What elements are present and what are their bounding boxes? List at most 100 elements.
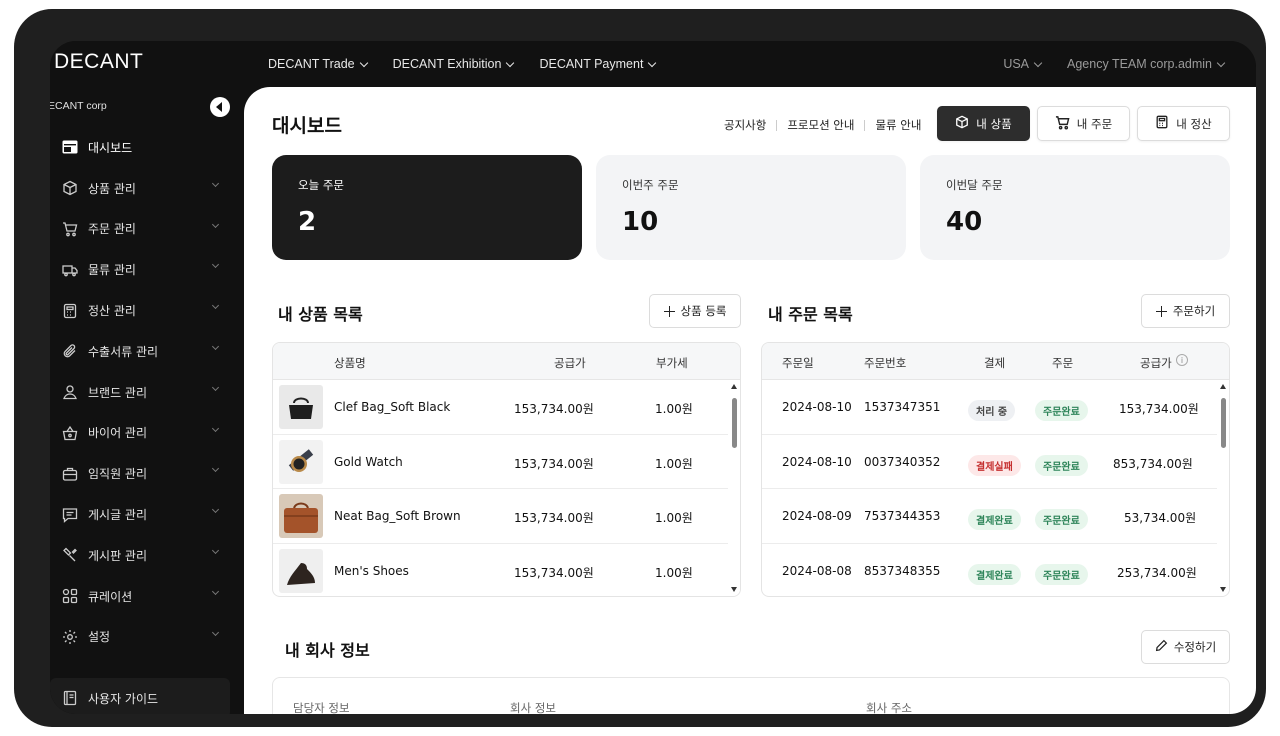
sidebar-item-label: 상품 관리 [88, 181, 136, 196]
logistics-link[interactable]: 물류 안내 [875, 117, 921, 133]
sidebar-item-orders[interactable]: 주문 관리 [50, 209, 244, 250]
product-tax: 1.00원 [655, 402, 693, 416]
button-label: 내 주문 [1076, 116, 1113, 131]
my-settlement-button[interactable]: 내 정산 [1137, 106, 1230, 141]
account-menu[interactable]: Agency TEAM corp.admin [1067, 57, 1226, 71]
product-nav: DECANT Trade DECANT Exhibition DECANT Pa… [268, 41, 657, 87]
sidebar-item-label: 물류 관리 [88, 263, 136, 278]
product-list-title: 내 상품 목록 [278, 305, 363, 324]
pencil-icon [1155, 639, 1168, 655]
scroll-up-arrow-icon[interactable] [731, 384, 737, 389]
payment-status-badge: 결제완료 [968, 509, 1021, 530]
product-table: 상품명 공급가 부가세 Clef Bag_Soft Black 153,734.… [272, 342, 741, 597]
chevron-down-icon [211, 587, 220, 595]
product-tax: 1.00원 [655, 456, 693, 471]
notice-link[interactable]: 공지사항 [724, 117, 766, 133]
table-header: 상품명 공급가 부가세 [273, 343, 740, 380]
sidebar-item-buyers[interactable]: 바이어 관리 [50, 413, 244, 454]
table-row[interactable]: Clef Bag_Soft Black 153,734.00원 1.00원 [273, 380, 740, 435]
order-price: 53,734.00원 [1124, 511, 1197, 525]
sidebar-item-logistics[interactable]: 물류 관리 [50, 249, 244, 290]
product-table-scrollbar[interactable] [728, 380, 740, 596]
scroll-thumb[interactable] [732, 398, 737, 448]
nav-label: DECANT Payment [539, 57, 644, 71]
sidebar-item-label: 브랜드 관리 [88, 385, 148, 400]
product-thumbnail [279, 385, 323, 429]
table-row[interactable]: 2024-08-08 8537348355 결제완료 주문완료 253,734.… [762, 544, 1229, 597]
book-icon [62, 690, 78, 706]
sidebar-item-dashboard[interactable]: 대시보드 [50, 127, 244, 168]
scroll-up-arrow-icon[interactable] [1220, 384, 1226, 389]
table-row[interactable]: 2024-08-10 0037340352 결제실패 주문완료 853,734.… [762, 435, 1229, 489]
sidebar-item-products[interactable]: 상품 관리 [50, 168, 244, 209]
sidebar-item-brands[interactable]: 브랜드 관리 [50, 372, 244, 413]
button-label: 수정하기 [1173, 640, 1217, 654]
paperclip-icon [62, 343, 78, 359]
top-navigation-bar: DECANT DECANT Trade DECANT Exhibition DE… [50, 41, 1256, 87]
order-price: 153,734.00원 [1119, 402, 1199, 416]
chevron-down-icon [211, 302, 220, 310]
button-label: 내 정산 [1176, 116, 1212, 131]
app-logo[interactable]: DECANT [54, 50, 143, 74]
order-date: 2024-08-08 [782, 563, 852, 578]
product-thumbnail [279, 494, 323, 538]
my-products-button[interactable]: 내 상품 [937, 106, 1030, 141]
nav-decant-exhibition[interactable]: DECANT Exhibition [393, 57, 515, 71]
cart-icon [1055, 115, 1070, 133]
info-icon[interactable]: i [1176, 354, 1188, 366]
table-header: 주문일 주문번호 결제 주문 공급가 i [762, 343, 1229, 380]
product-price: 153,734.00원 [514, 456, 594, 471]
sidebar-item-label: 큐레이션 [88, 589, 133, 604]
column-header: 주문일 [782, 356, 814, 370]
scroll-down-arrow-icon[interactable] [1220, 587, 1226, 592]
sidebar-item-label: 임직원 관리 [88, 467, 148, 482]
sidebar-item-curation[interactable]: 큐레이션 [50, 576, 244, 617]
sidebar-item-settlement[interactable]: 정산 관리 [50, 290, 244, 331]
scroll-down-arrow-icon[interactable] [731, 587, 737, 592]
sidebar-item-export-docs[interactable]: 수출서류 관리 [50, 331, 244, 372]
edit-company-button[interactable]: 수정하기 [1141, 630, 1230, 664]
payment-status-badge: 처리 중 [968, 400, 1016, 421]
sidebar-item-employees[interactable]: 임직원 관리 [50, 453, 244, 494]
region-select[interactable]: USA [1003, 57, 1043, 71]
product-thumbnail [279, 548, 323, 593]
promotion-link[interactable]: 프로모션 안내 [787, 117, 854, 133]
table-row[interactable]: Neat Bag_Soft Brown 153,734.00원 1.00원 [273, 489, 740, 544]
place-order-button[interactable]: 주문하기 [1141, 294, 1230, 328]
sidebar-item-boards[interactable]: 게시판 관리 [50, 535, 244, 576]
guide-label: 사용자 가이드 [88, 691, 159, 706]
product-name: Neat Bag_Soft Brown [334, 509, 461, 523]
nav-decant-trade[interactable]: DECANT Trade [268, 57, 368, 71]
order-number: 8537348355 [864, 563, 941, 578]
table-row[interactable]: 2024-08-10 1537347351 처리 중 주문완료 153,734.… [762, 380, 1229, 435]
user-guide-link[interactable]: 사용자 가이드 [50, 678, 230, 714]
sidebar-item-posts[interactable]: 게시글 관리 [50, 494, 244, 535]
sidebar-collapse-button[interactable] [210, 97, 230, 117]
order-price: 253,734.00원 [1117, 565, 1197, 580]
stat-card-month: 이번달 주문 40 [920, 155, 1230, 260]
chevron-down-icon [1033, 58, 1043, 67]
stat-label: 오늘 주문 [298, 178, 344, 192]
table-row[interactable]: Men's Shoes 153,734.00원 1.00원 [273, 544, 740, 597]
product-thumbnail [279, 439, 323, 484]
add-product-button[interactable]: 상품 등록 [649, 294, 741, 328]
calculator-icon [62, 303, 78, 319]
table-row[interactable]: 2024-08-09 7537344353 결제완료 주문완료 53,734.0… [762, 489, 1229, 544]
chevron-down-icon [211, 465, 220, 473]
stat-value: 2 [298, 207, 317, 237]
sidebar-item-settings[interactable]: 설정 [50, 617, 244, 658]
chevron-down-icon [211, 383, 220, 391]
order-table-scrollbar[interactable] [1217, 380, 1229, 596]
nav-decant-payment[interactable]: DECANT Payment [539, 57, 657, 71]
sidebar-item-label: 게시판 관리 [88, 548, 148, 563]
my-orders-button[interactable]: 내 주문 [1037, 106, 1130, 141]
corp-name: ECANT corp [50, 100, 107, 112]
column-header: 공급가 [554, 356, 586, 370]
button-label: 상품 등록 [680, 304, 727, 318]
nav-label: DECANT Trade [268, 57, 355, 71]
chevron-down-icon [359, 58, 368, 67]
table-row[interactable]: Gold Watch 153,734.00원 1.00원 [273, 435, 740, 489]
order-date: 2024-08-10 [782, 454, 852, 469]
payment-status-badge: 결제실패 [968, 454, 1021, 476]
scroll-thumb[interactable] [1221, 398, 1226, 448]
